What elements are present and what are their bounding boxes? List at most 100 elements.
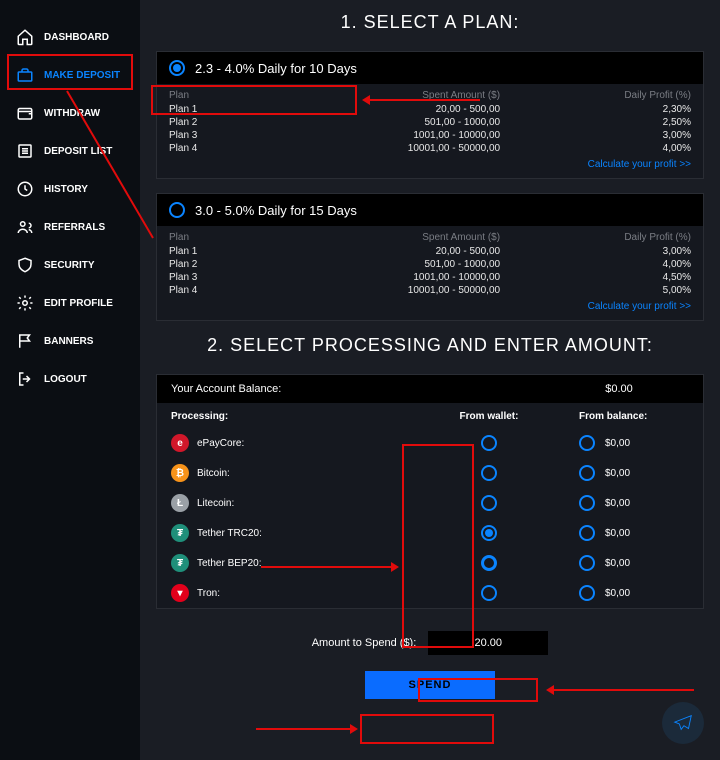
calculate-profit-link[interactable]: Calculate your profit >>	[588, 159, 691, 170]
processing-row: ▾ Tron: $0,00	[157, 578, 703, 608]
processor-name: Bitcoin:	[197, 468, 230, 479]
from-wallet-radio[interactable]	[481, 525, 497, 541]
plan-amount: 1001,00 - 10000,00	[267, 271, 512, 284]
sidebar-item-edit-profile[interactable]: EDIT PROFILE	[0, 284, 140, 322]
from-balance-radio[interactable]	[579, 435, 595, 451]
sidebar-item-security[interactable]: SECURITY	[0, 246, 140, 284]
plan-name: Plan 2	[157, 116, 267, 129]
balance-amount: $0,00	[605, 468, 630, 479]
plan-amount: 10001,00 - 50000,00	[267, 142, 512, 155]
table-row: Plan 2501,00 - 1000,004,00%	[157, 258, 703, 271]
calculate-profit-link[interactable]: Calculate your profit >>	[588, 301, 691, 312]
plan-a-table: Plan Spent Amount ($) Daily Profit (%) P…	[157, 84, 703, 155]
amount-input[interactable]	[428, 631, 548, 655]
spend-button[interactable]: SPEND	[365, 671, 495, 699]
table-row: Plan 31001,00 - 10000,004,50%	[157, 271, 703, 284]
section-title-2: 2. SELECT PROCESSING AND ENTER AMOUNT:	[156, 335, 704, 356]
from-balance-radio[interactable]	[579, 585, 595, 601]
sidebar-item-dashboard[interactable]: DASHBOARD	[0, 18, 140, 56]
plan-amount: 20,00 - 500,00	[267, 103, 512, 116]
arrow-wallet	[261, 566, 391, 568]
plan-profit: 5,00%	[512, 284, 703, 297]
processor-name: Litecoin:	[197, 498, 234, 509]
plan-col-name: Plan	[157, 84, 267, 103]
sidebar-item-deposit-list[interactable]: DEPOSIT LIST	[0, 132, 140, 170]
processor-name: Tron:	[197, 588, 220, 599]
coin-icon: ▾	[171, 584, 189, 602]
balance-value: $0.00	[549, 383, 689, 395]
sidebar-item-label: DEPOSIT LIST	[44, 146, 112, 157]
balance-amount: $0,00	[605, 498, 630, 509]
coin-icon: e	[171, 434, 189, 452]
telegram-icon	[672, 712, 694, 734]
sidebar-item-make-deposit[interactable]: MAKE DEPOSIT	[0, 56, 140, 94]
from-wallet-radio[interactable]	[481, 585, 497, 601]
plan-col-profit: Daily Profit (%)	[512, 84, 703, 103]
balance-amount: $0,00	[605, 438, 630, 449]
sidebar-item-withdraw[interactable]: WITHDRAW	[0, 94, 140, 132]
table-row: Plan 2501,00 - 1000,002,50%	[157, 116, 703, 129]
radio-icon	[169, 202, 185, 218]
clock-icon	[16, 180, 34, 198]
sidebar-item-label: WITHDRAW	[44, 108, 100, 119]
telegram-fab[interactable]	[662, 702, 704, 744]
from-wallet-radio[interactable]	[481, 435, 497, 451]
plan-profit: 4,00%	[512, 142, 703, 155]
processing-row: ₮Tether BEP20:$0,00	[157, 548, 703, 578]
sidebar-item-label: SECURITY	[44, 260, 95, 271]
sidebar-item-referrals[interactable]: REFERRALS	[0, 208, 140, 246]
list-icon	[16, 142, 34, 160]
coin-icon: ₮	[171, 554, 189, 572]
arrow-spend	[256, 728, 350, 730]
table-row: Plan 410001,00 - 50000,005,00%	[157, 284, 703, 297]
from-balance-radio[interactable]	[579, 525, 595, 541]
balance-amount: $0,00	[605, 588, 630, 599]
processing-header: Processing:	[171, 411, 429, 422]
sidebar-item-logout[interactable]: LOGOUT	[0, 360, 140, 398]
logout-icon	[16, 370, 34, 388]
plan-name: Plan 3	[157, 129, 267, 142]
plan-a-title: 2.3 - 4.0% Daily for 10 Days	[195, 61, 357, 76]
main-content: 1. SELECT A PLAN: 2.3 - 4.0% Daily for 1…	[140, 0, 720, 760]
flag-icon	[16, 332, 34, 350]
sidebar-item-label: LOGOUT	[44, 374, 87, 385]
from-balance-radio[interactable]	[579, 495, 595, 511]
home-icon	[16, 28, 34, 46]
coin-icon: ₿	[171, 464, 189, 482]
plan-name: Plan 1	[157, 103, 267, 116]
sidebar-item-label: MAKE DEPOSIT	[44, 70, 120, 81]
sidebar-item-history[interactable]: HISTORY	[0, 170, 140, 208]
plan-card-a: 2.3 - 4.0% Daily for 10 Days Plan Spent …	[156, 51, 704, 179]
arrow-amount	[554, 689, 694, 691]
gear-icon	[16, 294, 34, 312]
sidebar-item-label: DASHBOARD	[44, 32, 109, 43]
processor-name: ePayCore:	[197, 438, 244, 449]
processing-card: Your Account Balance: $0.00 Processing: …	[156, 374, 704, 609]
amount-label: Amount to Spend ($):	[312, 637, 417, 649]
processor-name: Tether BEP20:	[197, 558, 261, 569]
plan-amount: 20,00 - 500,00	[267, 245, 512, 258]
from-wallet-radio[interactable]	[481, 555, 497, 571]
plan-a-header[interactable]: 2.3 - 4.0% Daily for 10 Days	[157, 52, 703, 84]
coin-icon: Ł	[171, 494, 189, 512]
processing-row: ₿ Bitcoin: $0,00	[157, 458, 703, 488]
sidebar-item-banners[interactable]: BANNERS	[0, 322, 140, 360]
plan-amount: 501,00 - 1000,00	[267, 116, 512, 129]
plan-amount: 501,00 - 1000,00	[267, 258, 512, 271]
plan-name: Plan 2	[157, 258, 267, 271]
plan-profit: 4,50%	[512, 271, 703, 284]
processing-row: Ł Litecoin: $0,00	[157, 488, 703, 518]
from-balance-radio[interactable]	[579, 465, 595, 481]
from-wallet-radio[interactable]	[481, 495, 497, 511]
sidebar: DASHBOARD MAKE DEPOSIT WITHDRAW DEPOSIT …	[0, 0, 140, 760]
plan-card-b: 3.0 - 5.0% Daily for 15 Days Plan Spent …	[156, 193, 704, 321]
from-balance-radio[interactable]	[579, 555, 595, 571]
from-wallet-radio[interactable]	[481, 465, 497, 481]
sidebar-item-label: HISTORY	[44, 184, 88, 195]
processing-row: ₮Tether TRC20:$0,00	[157, 518, 703, 548]
table-row: Plan 120,00 - 500,002,30%	[157, 103, 703, 116]
plan-name: Plan 3	[157, 271, 267, 284]
plan-b-header[interactable]: 3.0 - 5.0% Daily for 15 Days	[157, 194, 703, 226]
plan-name: Plan 4	[157, 142, 267, 155]
plan-profit: 4,00%	[512, 258, 703, 271]
